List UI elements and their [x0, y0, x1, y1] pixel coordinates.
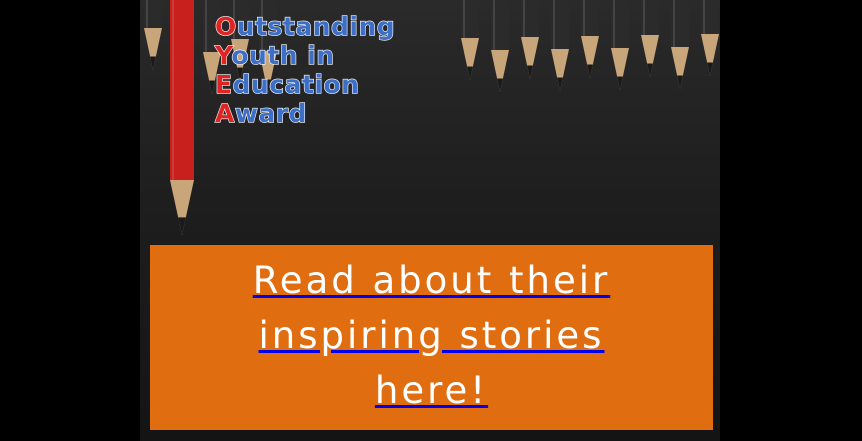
title-initial: O — [214, 11, 237, 41]
title-line-outstanding: Outstanding — [214, 11, 396, 41]
title-word: ducation — [232, 69, 360, 99]
pencil-icon — [611, 0, 629, 90]
title-initial: E — [214, 69, 233, 99]
title-line-education: Education — [214, 69, 395, 99]
cta-line-1: Read about their — [252, 259, 611, 302]
award-title: Outstanding Youth in Education Award — [214, 11, 396, 128]
read-stories-button[interactable]: Read about their inspiring stories here! — [150, 245, 713, 430]
cta-line-2: inspiring stories — [258, 314, 605, 357]
title-word: outh in — [231, 40, 335, 70]
pencil-icon — [521, 0, 539, 79]
pencil-icon — [671, 0, 689, 89]
pencil-icon — [491, 0, 509, 92]
title-line-award: Award — [214, 98, 395, 128]
title-line-youth: Youth in — [214, 40, 395, 70]
title-word: utstanding — [236, 11, 396, 41]
pencil-icon — [144, 0, 162, 70]
title-word: ward — [234, 98, 308, 128]
title-initial: Y — [214, 40, 232, 70]
red-pencil-body — [170, 0, 194, 235]
pencil-icon — [551, 0, 569, 91]
pencil-icon — [461, 0, 479, 80]
cta-line-3: here! — [374, 369, 489, 412]
pencil-icon — [581, 0, 599, 78]
red-pencil-icon — [170, 0, 194, 235]
pencil-icon — [641, 0, 659, 77]
title-initial: A — [214, 98, 235, 128]
pencil-icon — [701, 0, 719, 76]
